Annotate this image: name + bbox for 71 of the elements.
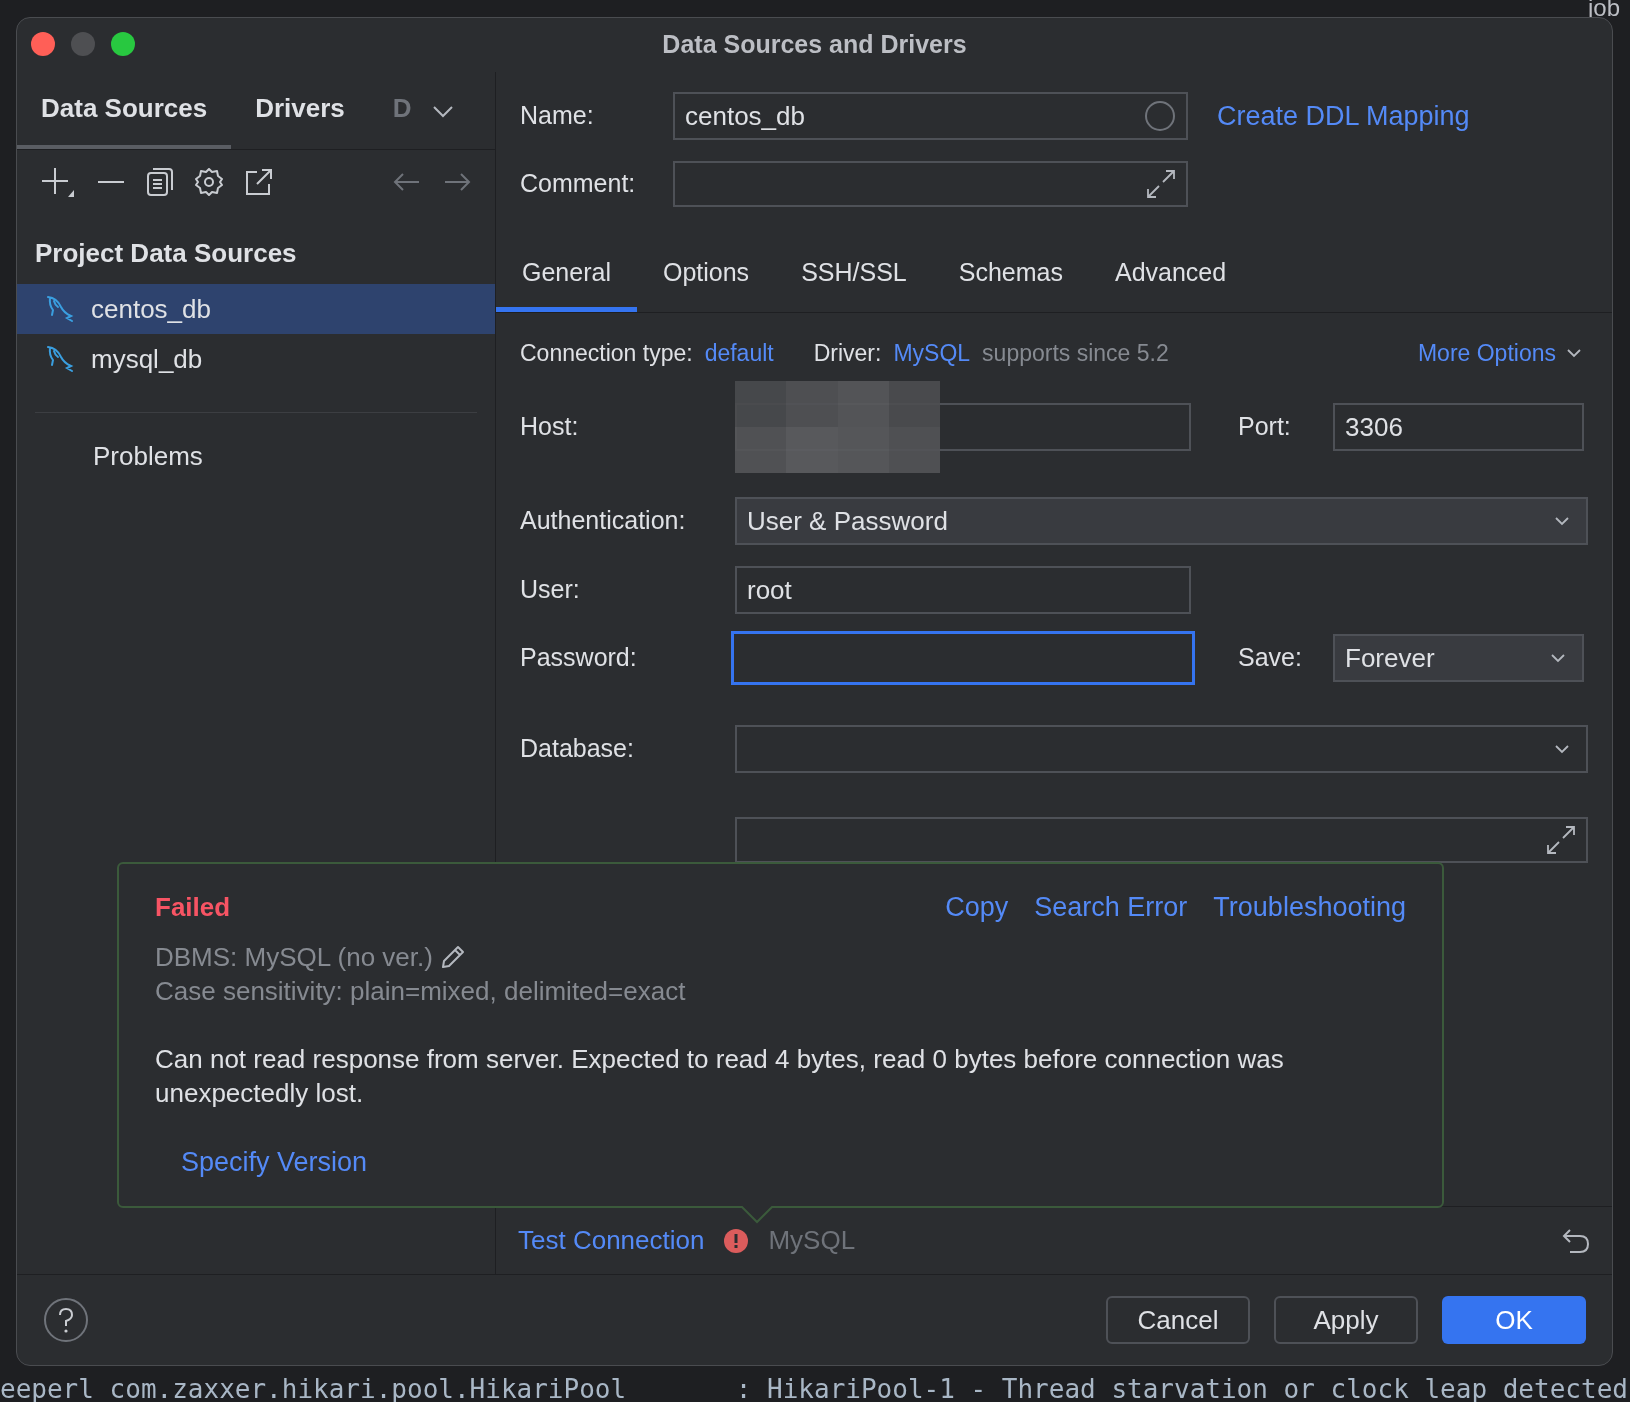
comment-field[interactable]	[673, 161, 1188, 207]
tab[interactable]: SSH/SSL	[775, 238, 933, 312]
field-label: User:	[520, 574, 581, 606]
expand-icon	[1146, 169, 1176, 199]
ddl-mapping-link[interactable]: Create DDL Mapping	[1217, 95, 1470, 137]
close-button[interactable]	[31, 32, 55, 56]
help-icon[interactable]	[43, 1297, 89, 1343]
window-title: Data Sources and Drivers	[662, 29, 967, 61]
problems-item[interactable]: Problems	[17, 437, 495, 476]
save-dropdown[interactable]: Forever	[1333, 634, 1584, 682]
dbms-text: DBMS: MySQL (no ver.)	[155, 940, 433, 974]
driver-link[interactable]: MySQL	[893, 335, 971, 371]
action-link[interactable]: Copy	[945, 886, 1009, 928]
chevron-down-icon	[1550, 652, 1566, 664]
error-message: Can not read response from server. Expected to read 4 bytes, read 0 bytes before connection was unexpectedly lost.	[155, 1043, 1285, 1110]
field-label: Port:	[1238, 411, 1292, 443]
tab[interactable]: Advanced	[1088, 238, 1253, 312]
field-label: Authentication:	[520, 505, 687, 537]
test-connection-link[interactable]: Test Connection	[518, 1221, 705, 1260]
name-field[interactable]: centos_db	[673, 92, 1188, 140]
tab[interactable]: Data Sources	[17, 71, 232, 149]
add-icon[interactable]	[41, 166, 75, 198]
field-label: Database:	[520, 733, 635, 765]
dialog-button[interactable]: OK	[1442, 1296, 1586, 1344]
circle-icon	[1144, 100, 1176, 132]
connection-type-link[interactable]: default	[704, 335, 774, 371]
item-label: centos_db	[91, 292, 211, 326]
user-field[interactable]: root	[735, 566, 1191, 614]
field-label: Name:	[520, 100, 595, 132]
chevron-down-icon	[1554, 743, 1570, 755]
zoom-button[interactable]	[111, 32, 135, 56]
sidebar-item[interactable]: mysql_db	[17, 334, 495, 384]
password-field[interactable]	[731, 631, 1195, 685]
driver-name: MySQL	[768, 1224, 856, 1257]
field-label: Password:	[520, 642, 638, 674]
field-label: Host:	[520, 411, 580, 443]
expand-icon	[1546, 825, 1576, 855]
dolphin-icon	[45, 295, 75, 323]
port-field[interactable]: 3306	[1333, 403, 1584, 451]
external-link-icon[interactable]	[245, 168, 273, 196]
tab[interactable]: Drivers	[231, 71, 369, 149]
dialog-button[interactable]: Cancel	[1106, 1296, 1250, 1344]
chevron-down-icon	[1554, 515, 1570, 527]
remove-icon[interactable]	[97, 180, 125, 184]
chevron-down-icon[interactable]	[431, 105, 454, 119]
dialog-button[interactable]: Apply	[1274, 1296, 1418, 1344]
authentication-dropdown[interactable]: User & Password	[735, 497, 1588, 545]
specify-version-link[interactable]: Specify Version	[181, 1142, 368, 1183]
sidebar-item[interactable]: centos_db	[17, 284, 495, 334]
action-link[interactable]: Search Error	[1034, 886, 1188, 928]
undo-icon[interactable]	[1562, 1227, 1590, 1254]
copy-icon[interactable]	[147, 168, 173, 196]
status-text: Failed	[155, 890, 232, 924]
field-label: Connection type:	[520, 338, 693, 368]
dolphin-icon	[45, 345, 75, 373]
settings-icon[interactable]	[195, 168, 223, 196]
field-label: Driver:	[813, 338, 882, 368]
field-label: Save:	[1238, 642, 1303, 674]
back-arrow-icon[interactable]	[393, 172, 421, 192]
driver-note: supports since 5.2	[982, 338, 1169, 368]
item-label: mysql_db	[91, 342, 203, 376]
case-sensitivity-text: Case sensitivity: plain=mixed, delimited=exact	[155, 975, 687, 1008]
chevron-down-icon	[1566, 347, 1582, 359]
field-label: Comment:	[520, 168, 637, 200]
more-options-link[interactable]: More Options	[1417, 335, 1582, 371]
action-link[interactable]: Troubleshooting	[1213, 886, 1406, 928]
tab[interactable]: Options	[636, 238, 776, 312]
forward-arrow-icon[interactable]	[443, 172, 471, 192]
tab[interactable]: General	[496, 238, 637, 312]
tab[interactable]: Schemas	[932, 238, 1089, 312]
section-heading: Project Data Sources	[34, 237, 298, 270]
